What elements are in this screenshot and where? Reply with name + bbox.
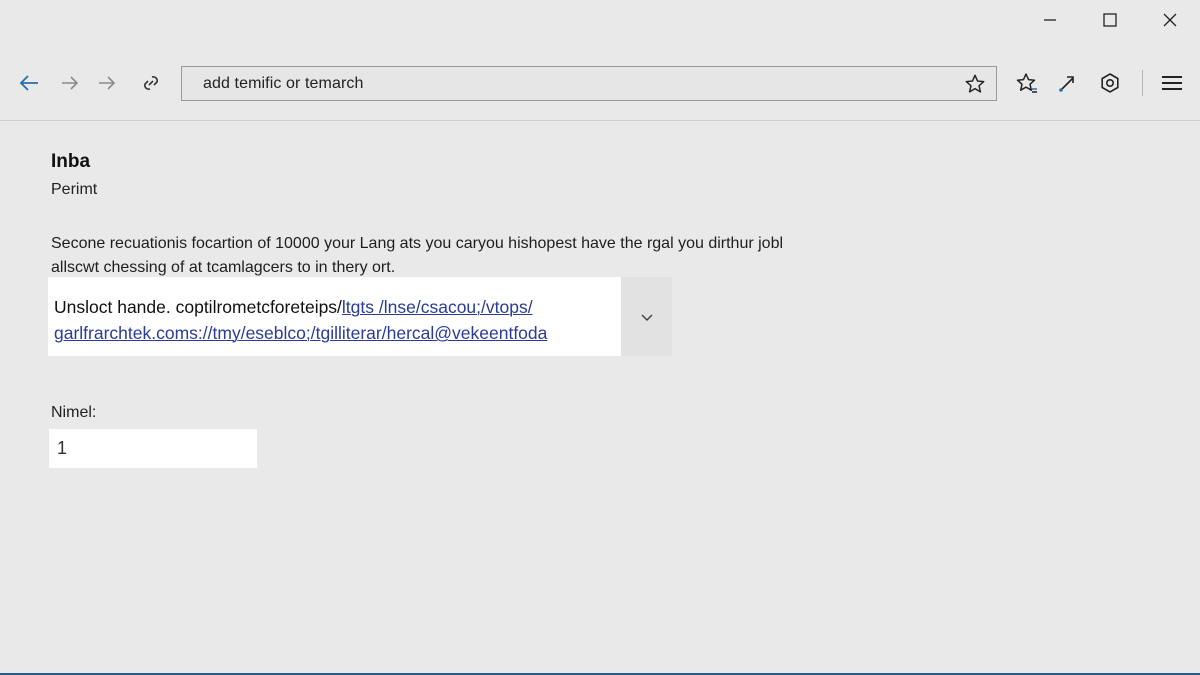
dropdown-line-2: garlfrarchtek.coms://tmy/eseblco;/tgilli… — [54, 320, 621, 346]
page-title: Inba — [51, 151, 91, 172]
close-button[interactable] — [1140, 0, 1200, 40]
dropdown-text: Unsloct hande. coptilrometcforeteips/ — [54, 297, 342, 317]
window-controls — [1020, 0, 1200, 40]
favorites-icon — [1016, 73, 1037, 93]
name-input[interactable] — [49, 429, 257, 468]
minimize-icon — [1044, 19, 1056, 21]
page-subtitle: Perimt — [51, 181, 98, 198]
extension-button[interactable] — [1096, 69, 1124, 97]
chevron-down-icon — [640, 313, 653, 321]
back-button[interactable] — [14, 68, 44, 98]
dropdown-link-2[interactable]: garlfrarchtek.coms://tmy/eseblco;/tgilli… — [54, 323, 547, 343]
share-button[interactable] — [1054, 69, 1082, 97]
link-icon — [144, 76, 158, 90]
browser-toolbar: add temific or temarch — [0, 56, 1200, 112]
refresh-button[interactable] — [136, 68, 166, 98]
forward-button-2[interactable] — [92, 68, 122, 98]
dropdown-toggle[interactable] — [621, 277, 672, 356]
address-text[interactable]: add temific or temarch — [182, 75, 363, 93]
forward-button[interactable] — [55, 68, 85, 98]
extension-icon — [1101, 73, 1119, 93]
minimize-button[interactable] — [1020, 0, 1080, 40]
browser-window: add temific or temarch Inba Perimt Secon… — [0, 0, 1200, 675]
forward-arrow-icon — [62, 76, 79, 90]
toolbar-separator — [1142, 70, 1143, 96]
close-icon — [1163, 13, 1177, 27]
address-bar[interactable]: add temific or temarch — [181, 66, 997, 101]
description-text: Secone recuationis focartion of 10000 yo… — [51, 232, 851, 280]
favorites-button[interactable] — [1013, 69, 1041, 97]
maximize-button[interactable] — [1080, 0, 1140, 40]
dropdown-line-1: Unsloct hande. coptilrometcforeteips/ltg… — [54, 294, 621, 320]
url-dropdown[interactable]: Unsloct hande. coptilrometcforeteips/ltg… — [48, 277, 672, 356]
maximize-icon — [1103, 13, 1117, 27]
share-icon — [1059, 76, 1074, 92]
menu-button[interactable] — [1158, 69, 1186, 97]
description-line-1: Secone recuationis focartion of 10000 yo… — [51, 235, 784, 252]
add-favorite-button[interactable] — [962, 71, 988, 97]
forward-arrow-icon — [99, 76, 116, 90]
name-field-label: Nimel: — [51, 404, 97, 421]
toolbar-divider — [0, 120, 1200, 121]
dropdown-selected-value[interactable]: Unsloct hande. coptilrometcforeteips/ltg… — [48, 277, 621, 356]
dropdown-link-1[interactable]: ltgts /lnse/csacou;/vtops/ — [342, 297, 533, 317]
star-icon — [965, 74, 985, 93]
back-arrow-icon — [19, 75, 38, 91]
menu-icon — [1162, 76, 1182, 90]
